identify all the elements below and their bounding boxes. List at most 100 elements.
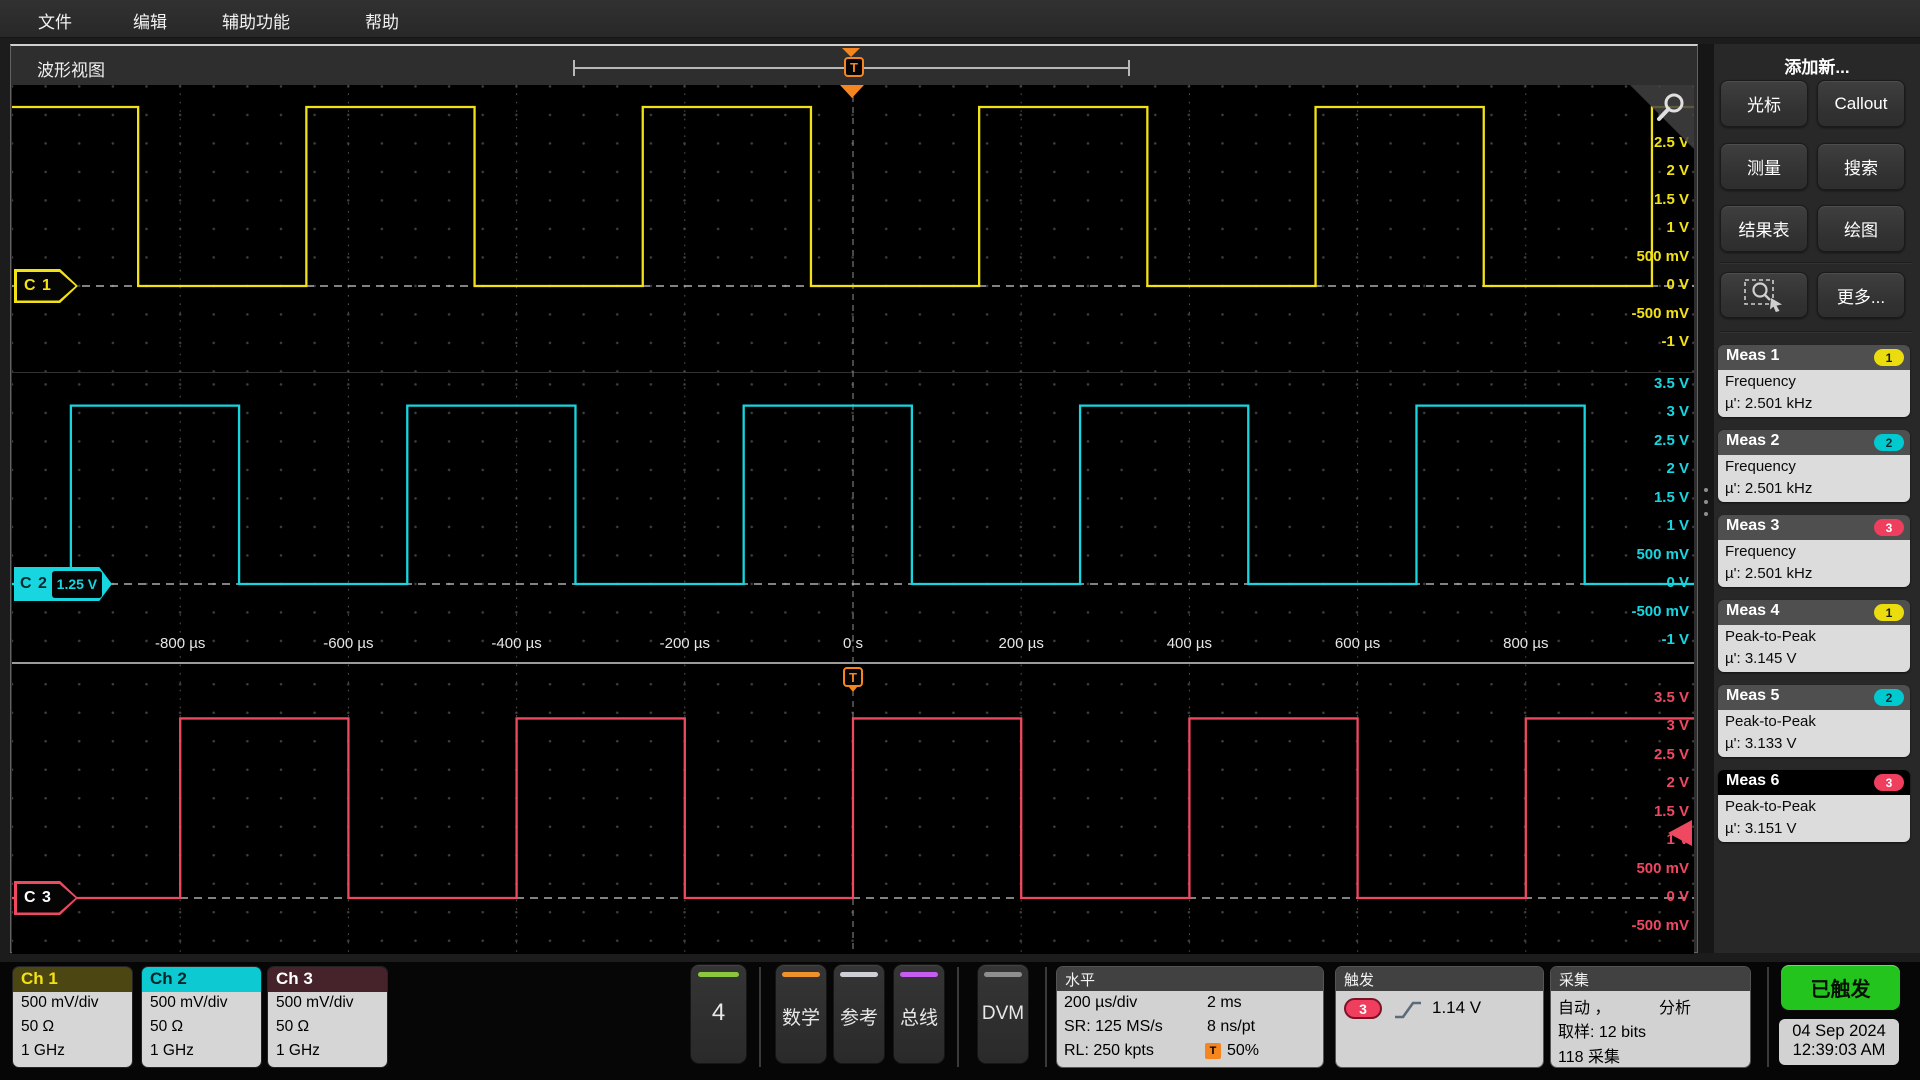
measurement-header: Meas 11	[1718, 345, 1910, 370]
acquisition-panel[interactable]: 采集 自动 ， 分析 取样: 12 bits 118 采集	[1551, 967, 1750, 1067]
time-axis-label: -600 µs	[323, 635, 373, 652]
overview-right-bracket[interactable]	[1128, 60, 1130, 76]
reference-button[interactable]: 参考	[833, 964, 885, 1064]
add-new-button-4[interactable]: 搜索	[1817, 143, 1905, 190]
channel-badge-1[interactable]: Ch 1500 mV/div50 Ω1 GHz	[13, 967, 132, 1067]
measurement-card-3[interactable]: Meas 33 Frequency µ': 2.501 kHz	[1718, 515, 1910, 587]
add-new-button-5[interactable]: 结果表	[1720, 205, 1808, 252]
measurement-value: µ': 3.151 V	[1725, 820, 1797, 837]
axis-label: 2 V	[1666, 162, 1689, 179]
dvm-button[interactable]: DVM	[977, 964, 1029, 1064]
add-new-button-6[interactable]: 绘图	[1817, 205, 1905, 252]
axis-label: -500 mV	[1631, 917, 1689, 934]
trace-c3	[12, 718, 1694, 898]
trigger-source-badge: 3	[1344, 998, 1382, 1019]
axis-label: -500 mV	[1631, 603, 1689, 620]
menu-item-1[interactable]: 文件	[38, 8, 72, 33]
axis-label: 500 mV	[1636, 860, 1689, 877]
channel-color-stripe	[782, 972, 820, 977]
tool-button-label: 参考	[834, 1003, 884, 1030]
add-new-button-2[interactable]: Callout	[1817, 80, 1905, 127]
measurement-type: Frequency	[1725, 458, 1796, 475]
channel-badge-name: Ch 3	[276, 969, 313, 989]
waveform-view: 波形视图 T 2.5 V2 V1.5 V1 V500 mV0 V-500 mV-…	[10, 44, 1698, 953]
waveform-view-title: 波形视图	[37, 56, 105, 81]
acquisition-mode: 自动 ，	[1558, 994, 1610, 1018]
measurement-type: Peak-to-Peak	[1725, 798, 1816, 815]
time-axis-trigger-badge[interactable]: T	[843, 667, 863, 687]
magnifier-icon[interactable]	[1650, 89, 1690, 129]
horizontal-value: RL: 250 kpts	[1064, 1042, 1154, 1060]
axis-label: 1 V	[1666, 517, 1689, 534]
measurement-card-4[interactable]: Meas 41Peak-to-Peakµ': 3.145 V	[1718, 600, 1910, 672]
horizontal-value: 2 ms	[1207, 994, 1242, 1012]
axis-label: 3 V	[1666, 403, 1689, 420]
axis-label: 0 V	[1666, 276, 1689, 293]
add-new-button-3[interactable]: 测量	[1720, 143, 1808, 190]
oscilloscope-app: 文件编辑辅助功能帮助 波形视图 T 2.5 V2 V1.5 V1 V500 mV…	[0, 0, 1920, 1080]
time-axis-label: 800 µs	[1503, 635, 1548, 652]
add-channel-4-button[interactable]: 4	[690, 964, 747, 1064]
channel-handle-3[interactable]: C 3	[14, 881, 78, 915]
trigger-badge-pin-icon	[848, 686, 858, 692]
menu-item-4[interactable]: 帮助	[365, 8, 399, 33]
divider	[1767, 967, 1769, 1067]
channel-badge-name: Ch 2	[150, 969, 187, 989]
channel-badge-settings: 500 mV/div50 Ω1 GHz	[142, 992, 261, 1067]
axis-label: 2 V	[1666, 460, 1689, 477]
measurement-name: Meas 6	[1726, 772, 1779, 790]
channel-badge-3[interactable]: Ch 3500 mV/div50 Ω1 GHz	[268, 967, 387, 1067]
horizontal-value: SR: 125 MS/s	[1064, 1018, 1163, 1036]
time-axis-label: -400 µs	[491, 635, 541, 652]
more-button[interactable]: 更多...	[1817, 272, 1905, 318]
axis-label: 1.5 V	[1654, 191, 1689, 208]
acquisition-bits: 取样: 12 bits	[1558, 1018, 1646, 1042]
divider	[1720, 331, 1912, 332]
measurement-source-badge: 3	[1874, 519, 1904, 536]
horizontal-value: 8 ns/pt	[1207, 1018, 1255, 1036]
zoom-select-button[interactable]	[1720, 272, 1808, 318]
measurement-body: Peak-to-Peakµ': 3.133 V	[1718, 710, 1910, 757]
channel-handle-2[interactable]: C 21.25 V	[14, 567, 112, 601]
menu-item-3[interactable]: 辅助功能	[222, 8, 290, 33]
channel-color-stripe	[900, 972, 938, 977]
menu-item-2[interactable]: 编辑	[133, 8, 167, 33]
time-axis-label: -800 µs	[155, 635, 205, 652]
triggered-status-button[interactable]: 已触发	[1781, 965, 1900, 1010]
measurement-value: µ': 2.501 kHz	[1725, 395, 1812, 412]
channel-color-stripe	[698, 972, 740, 977]
measurement-source-badge: 1	[1874, 604, 1904, 621]
measurement-body: Peak-to-Peakµ': 3.145 V	[1718, 625, 1910, 672]
divider	[957, 967, 959, 1067]
channel-badge-header: Ch 2	[142, 967, 261, 992]
axis-label: -500 mV	[1631, 305, 1689, 322]
tool-button-label: DVM	[978, 1003, 1028, 1025]
math-button[interactable]: 数学	[775, 964, 827, 1064]
measurement-card-2[interactable]: Meas 22Frequencyµ': 2.501 kHz	[1718, 430, 1910, 502]
measurement-body: Frequencyµ': 2.501 kHz	[1718, 455, 1910, 502]
trigger-top-arrow-icon[interactable]	[840, 85, 864, 98]
measurement-value: µ': 2.501 kHz	[1725, 565, 1812, 582]
measurement-header: Meas 33	[1718, 515, 1910, 540]
channel-setting: 1 GHz	[150, 1042, 194, 1060]
bottom-bar: Ch 1500 mV/div50 Ω1 GHz Ch 2 500 mV/div50 …	[0, 962, 1920, 1080]
trigger-panel[interactable]: 触发 3 1.14 V	[1336, 967, 1543, 1067]
channel-handle-1[interactable]: C 1	[14, 269, 78, 303]
horizontal-panel[interactable]: 水平 200 µs/div2 msSR: 125 MS/s8 ns/ptRL: …	[1057, 967, 1323, 1067]
axis-label: -1 V	[1661, 333, 1689, 350]
trigger-position-arrow-icon[interactable]	[842, 48, 860, 57]
divider	[759, 967, 761, 1067]
measurement-card-1[interactable]: Meas 11Frequencyµ': 2.501 kHz	[1718, 345, 1910, 417]
measurement-card-5[interactable]: Meas 52Peak-to-Peakµ': 3.133 V	[1718, 685, 1910, 757]
measurement-type: Frequency	[1725, 543, 1796, 560]
add-new-button-1[interactable]: 光标	[1720, 80, 1808, 127]
channel-badge-2[interactable]: Ch 2 500 mV/div50 Ω1 GHz	[142, 967, 261, 1067]
plot-area[interactable]: 2.5 V2 V1.5 V1 V500 mV0 V-500 mV-1 V3.5 …	[12, 85, 1694, 954]
panel-splitter[interactable]	[1698, 44, 1714, 953]
bus-button[interactable]: 总线	[893, 964, 945, 1064]
trigger-position-badge[interactable]: T	[844, 57, 864, 77]
axis-label: 1.5 V	[1654, 803, 1689, 820]
measurement-card-6[interactable]: Meas 63Peak-to-Peakµ': 3.151 V	[1718, 770, 1910, 842]
time-axis-label: 200 µs	[999, 635, 1044, 652]
overview-left-bracket[interactable]	[573, 60, 575, 76]
